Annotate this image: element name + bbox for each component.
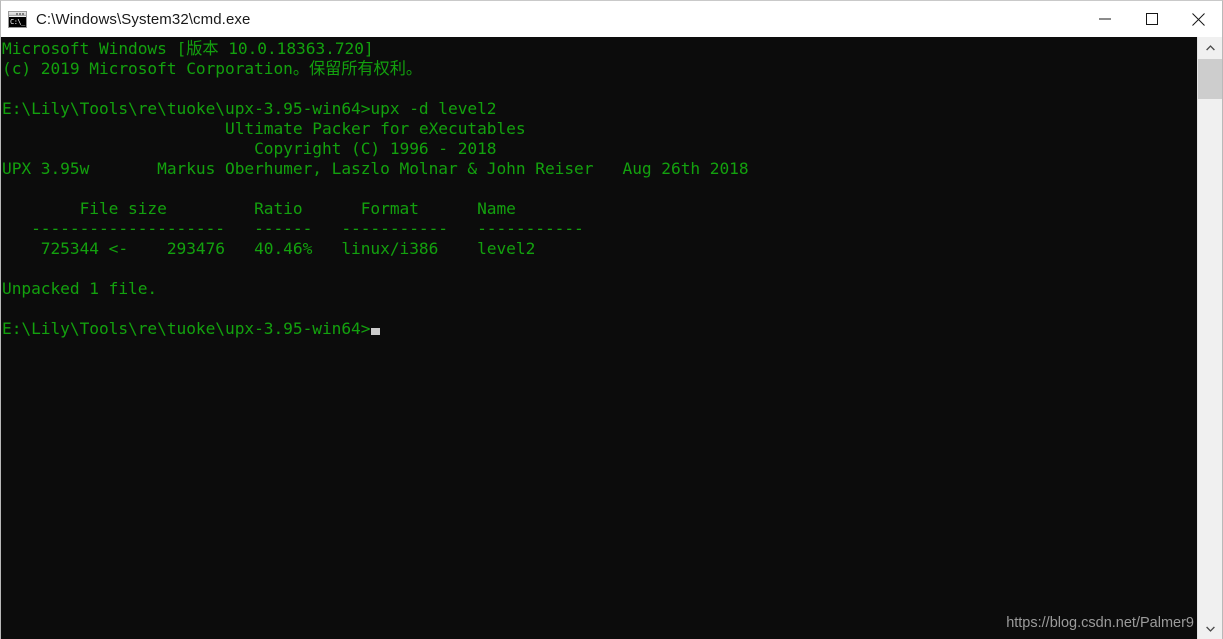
scrollbar-down-button[interactable]: [1198, 618, 1222, 639]
console-line: UPX 3.95w Markus Oberhumer, Laszlo Molna…: [2, 159, 749, 178]
console-line: Copyright (C) 1996 - 2018: [2, 139, 497, 158]
console-line: 725344 <- 293476 40.46% linux/i386 level…: [2, 239, 536, 258]
console-line: -------------------- ------ ----------- …: [2, 219, 584, 238]
console-prompt-line[interactable]: E:\Lily\Tools\re\tuoke\upx-3.95-win64>: [2, 319, 1197, 339]
window-controls: [1081, 1, 1222, 37]
chevron-up-icon: [1206, 44, 1215, 50]
console-line: Unpacked 1 file.: [2, 279, 158, 298]
maximize-icon: [1145, 13, 1158, 25]
console-scrollbar[interactable]: [1197, 37, 1222, 639]
console-line: File size Ratio Format Name: [2, 199, 516, 218]
cmd-window: C:\_ C:\Windows\System32\cmd.exe Microso…: [0, 0, 1223, 639]
console-line: E:\Lily\Tools\re\tuoke\upx-3.95-win64>up…: [2, 99, 497, 118]
scrollbar-thumb[interactable]: [1198, 59, 1222, 99]
prompt-text: E:\Lily\Tools\re\tuoke\upx-3.95-win64>: [2, 319, 371, 338]
cmd-icon: C:\_: [8, 10, 27, 28]
console-line: Microsoft Windows [版本 10.0.18363.720]: [2, 39, 374, 58]
cmd-icon-buttons: [16, 12, 25, 15]
scrollbar-up-button[interactable]: [1198, 37, 1222, 58]
console-area[interactable]: Microsoft Windows [版本 10.0.18363.720] (c)…: [1, 37, 1222, 639]
console-output[interactable]: Microsoft Windows [版本 10.0.18363.720] (c)…: [1, 37, 1197, 639]
console-line: (c) 2019 Microsoft Corporation。保留所有权利。: [2, 59, 422, 78]
cmd-icon-screen: C:\_: [9, 16, 26, 27]
minimize-icon: [1098, 18, 1111, 20]
chevron-down-icon: [1206, 626, 1215, 632]
title-bar[interactable]: C:\_ C:\Windows\System32\cmd.exe: [1, 1, 1222, 37]
console-line: Ultimate Packer for eXecutables: [2, 119, 526, 138]
close-icon: [1192, 12, 1205, 26]
scrollbar-track[interactable]: [1198, 58, 1222, 618]
text-cursor: [371, 328, 381, 335]
window-title: C:\Windows\System32\cmd.exe: [36, 10, 251, 28]
maximize-button[interactable]: [1128, 1, 1175, 37]
minimize-button[interactable]: [1081, 1, 1128, 37]
close-button[interactable]: [1175, 1, 1222, 37]
